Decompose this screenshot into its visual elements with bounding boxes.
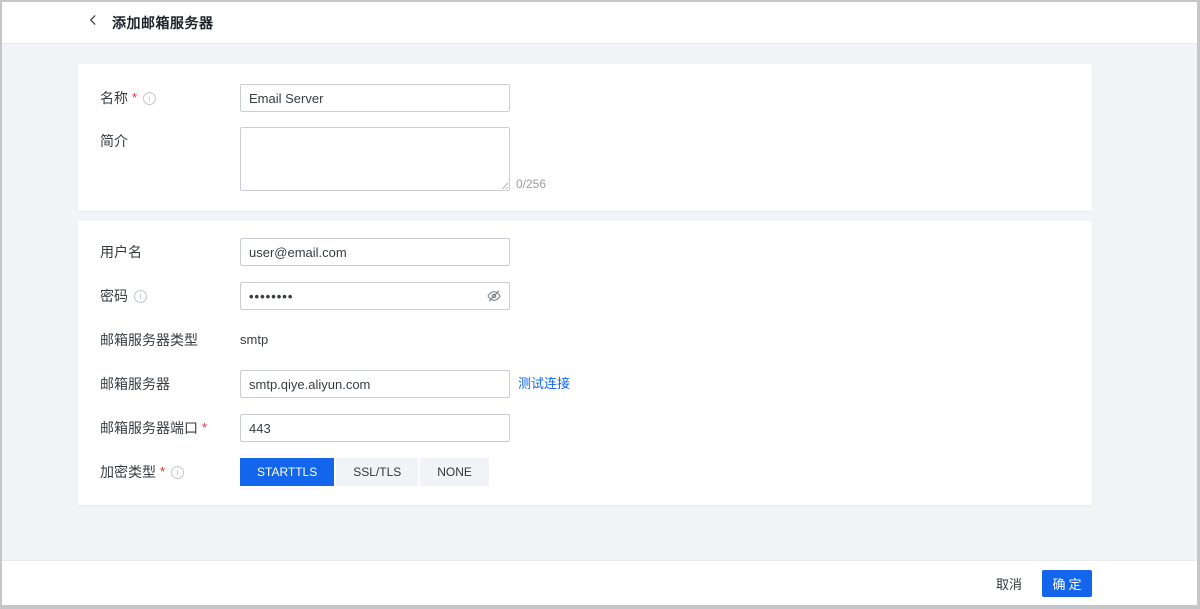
intro-control: 0/256 — [240, 127, 546, 191]
name-label: 名称 * i — [100, 84, 240, 112]
server-type-label: 邮箱服务器类型 — [100, 326, 240, 354]
char-counter: 0/256 — [516, 177, 546, 191]
name-input[interactable] — [240, 84, 510, 112]
server-type-value: smtp — [240, 326, 268, 354]
info-icon[interactable]: i — [143, 92, 156, 105]
info-icon[interactable]: i — [134, 290, 147, 303]
server-port-label: 邮箱服务器端口 * — [100, 414, 240, 442]
chevron-left-icon — [86, 13, 100, 32]
server-host-row: 邮箱服务器 测试连接 — [78, 370, 1092, 398]
test-connection-link[interactable]: 测试连接 — [518, 370, 570, 398]
eye-off-icon[interactable] — [486, 288, 502, 304]
required-asterisk: * — [160, 458, 165, 486]
main-content: 名称 * i 简介 0/256 — [2, 44, 1197, 560]
server-port-row: 邮箱服务器端口 * — [78, 414, 1092, 442]
username-field-row: 用户名 — [78, 238, 1092, 266]
password-input[interactable] — [240, 282, 510, 310]
server-host-input[interactable] — [240, 370, 510, 398]
encryption-option-starttls[interactable]: STARTTLS — [240, 458, 334, 486]
intro-textarea[interactable] — [240, 127, 510, 191]
intro-label: 简介 — [100, 127, 240, 155]
intro-field-row: 简介 0/256 — [78, 127, 1092, 191]
username-label: 用户名 — [100, 238, 240, 266]
server-host-label: 邮箱服务器 — [100, 370, 240, 398]
password-field-row: 密码 i — [78, 282, 1092, 310]
page-header: 添加邮箱服务器 — [2, 2, 1197, 44]
required-asterisk: * — [202, 414, 207, 442]
add-mail-server-page: 添加邮箱服务器 名称 * i 简介 — [0, 0, 1200, 609]
encryption-label: 加密类型 * i — [100, 458, 240, 486]
intro-textarea-wrap — [240, 127, 510, 191]
server-type-row: 邮箱服务器类型 smtp — [78, 326, 1092, 354]
password-label: 密码 i — [100, 282, 240, 310]
basic-info-card: 名称 * i 简介 0/256 — [78, 64, 1092, 211]
username-input[interactable] — [240, 238, 510, 266]
name-field-row: 名称 * i — [78, 84, 1092, 112]
required-asterisk: * — [132, 84, 137, 112]
server-port-input[interactable] — [240, 414, 510, 442]
password-input-wrap — [240, 282, 510, 310]
name-control — [240, 84, 510, 112]
encryption-segmented-control: STARTTLS SSL/TLS NONE — [240, 458, 489, 486]
info-icon[interactable]: i — [171, 466, 184, 479]
action-footer: 取消 确定 — [2, 560, 1197, 605]
page-title: 添加邮箱服务器 — [112, 13, 214, 33]
back-button[interactable] — [86, 13, 100, 32]
cancel-button[interactable]: 取消 — [996, 574, 1022, 593]
encryption-option-none[interactable]: NONE — [420, 458, 489, 486]
server-settings-card: 用户名 密码 i — [78, 221, 1092, 505]
confirm-button[interactable]: 确定 — [1042, 570, 1092, 597]
encryption-option-ssltls[interactable]: SSL/TLS — [336, 458, 418, 486]
encryption-row: 加密类型 * i STARTTLS SSL/TLS NONE — [78, 458, 1092, 486]
